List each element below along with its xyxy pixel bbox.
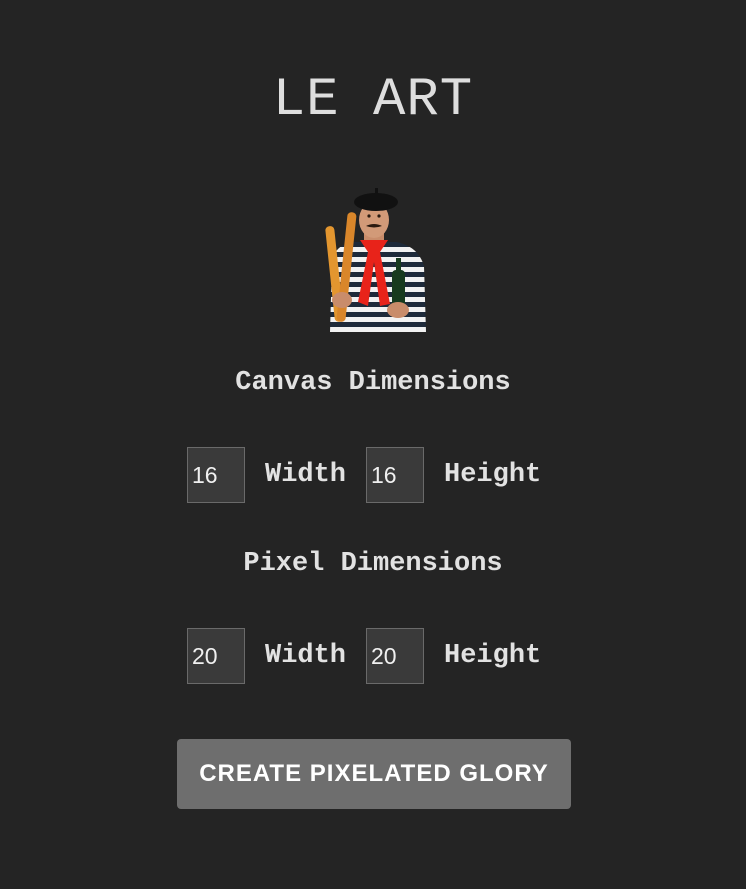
- canvas-height-input[interactable]: [366, 447, 425, 503]
- pixel-height-label: Height: [444, 641, 542, 671]
- pixel-width-label: Width: [265, 641, 347, 671]
- create-pixelated-glory-button[interactable]: CREATE PIXELATED GLORY: [177, 739, 571, 809]
- pixel-dimensions-row: Width Height: [187, 628, 541, 684]
- pixel-dimensions-heading: Pixel Dimensions: [243, 549, 503, 579]
- page-title: LE ART: [272, 70, 474, 131]
- french-man-mascot-image: [325, 188, 426, 332]
- pixel-height-input[interactable]: [366, 628, 425, 684]
- canvas-width-input[interactable]: [187, 447, 245, 503]
- canvas-dimensions-row: Width Height: [187, 447, 541, 503]
- canvas-height-label: Height: [444, 460, 542, 490]
- pixel-width-input[interactable]: [187, 628, 245, 684]
- canvas-width-label: Width: [265, 460, 347, 490]
- canvas-dimensions-heading: Canvas Dimensions: [235, 368, 511, 398]
